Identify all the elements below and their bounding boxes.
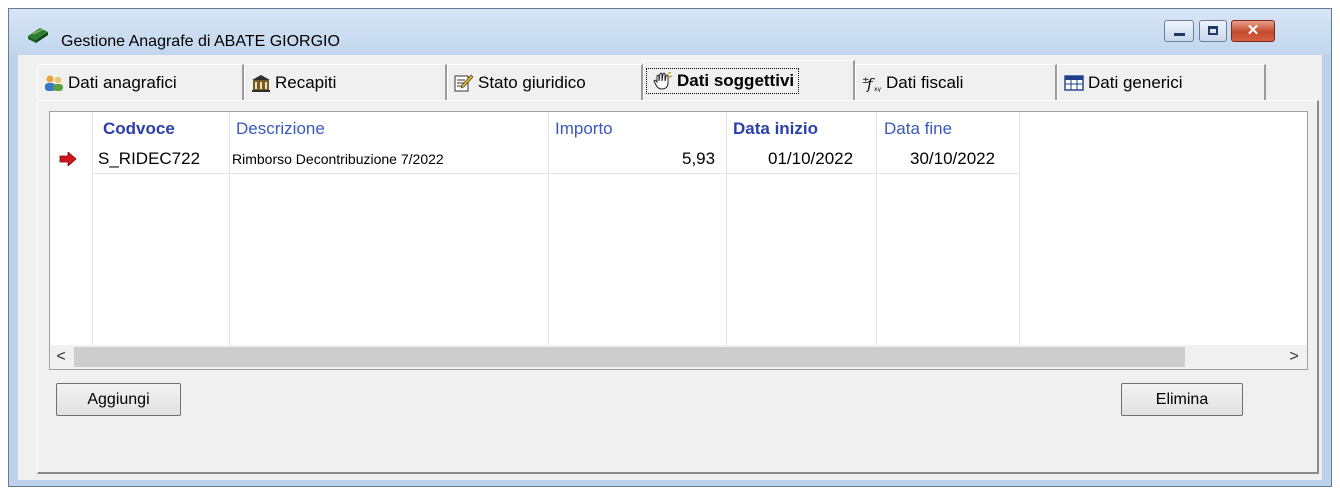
column-importo	[549, 112, 727, 345]
cell-data-inizio[interactable]: 01/10/2022	[768, 149, 853, 169]
minimize-icon	[1174, 33, 1185, 36]
tab-label: Dati soggettivi	[677, 70, 795, 90]
header-data-fine[interactable]: Data fine	[884, 119, 952, 139]
tab-label: Stato giuridico	[478, 72, 586, 92]
column-data-inizio	[727, 112, 877, 345]
cell-descrizione[interactable]: Rimborso Decontribuzione 7/2022	[232, 151, 444, 167]
tab-label: Recapiti	[275, 72, 337, 92]
column-codvoce	[93, 112, 230, 345]
tab-panel: Codvoce Descrizione Importo Data inizio …	[37, 100, 1319, 474]
edit-document-icon	[454, 74, 474, 91]
current-row-arrow-icon	[59, 152, 77, 166]
horizontal-scrollbar[interactable]: < >	[50, 345, 1307, 369]
tab-dati-anagrafici[interactable]: Dati anagrafici	[37, 64, 244, 100]
header-codvoce[interactable]: Codvoce	[103, 119, 175, 139]
tab-focus: Dati soggettivi	[646, 67, 800, 94]
window-title: Gestione Anagrafe di ABATE GIORGIO	[61, 33, 340, 50]
delete-button[interactable]: Elimina	[1121, 383, 1243, 416]
tab-recapiti[interactable]: Recapiti	[244, 64, 447, 100]
header-descrizione[interactable]: Descrizione	[236, 119, 325, 139]
header-importo[interactable]: Importo	[555, 119, 613, 139]
row-divider	[92, 173, 1018, 174]
scroll-thumb[interactable]	[74, 347, 1185, 367]
client-area: Dati anagrafici Recapiti Stato giuridico	[18, 55, 1322, 480]
column-descrizione	[230, 112, 549, 345]
building-icon	[252, 74, 270, 92]
function-icon: ± f xy	[862, 75, 882, 92]
tab-stato-giuridico[interactable]: Stato giuridico	[447, 64, 643, 100]
tab-dati-fiscali[interactable]: ± f xy Dati fiscali	[855, 64, 1057, 100]
add-button[interactable]: Aggiungi	[56, 383, 181, 416]
tab-label: Dati generici	[1088, 72, 1183, 92]
table-icon	[1064, 74, 1084, 91]
tab-dati-generici[interactable]: Dati generici	[1057, 64, 1266, 100]
close-icon: ✕	[1246, 22, 1260, 39]
tab-label: Dati fiscali	[886, 72, 964, 92]
svg-text:xy: xy	[874, 86, 882, 92]
close-button[interactable]: ✕	[1231, 20, 1275, 42]
indicator-column	[50, 112, 93, 345]
data-grid[interactable]: Codvoce Descrizione Importo Data inizio …	[49, 111, 1308, 370]
cell-data-fine[interactable]: 30/10/2022	[910, 149, 995, 169]
scroll-left-icon[interactable]: <	[50, 345, 72, 369]
tab-label: Dati anagrafici	[68, 72, 177, 92]
scroll-right-icon[interactable]: >	[1283, 345, 1305, 369]
cell-codvoce[interactable]: S_RIDEC722	[98, 149, 200, 169]
header-data-inizio[interactable]: Data inizio	[733, 119, 818, 139]
title-bar[interactable]: Gestione Anagrafe di ABATE GIORGIO ✕	[9, 9, 1331, 55]
app-icon	[28, 28, 48, 43]
minimize-button[interactable]	[1164, 20, 1194, 42]
column-data-fine	[877, 112, 1020, 345]
app-window: Gestione Anagrafe di ABATE GIORGIO ✕ Dat…	[8, 8, 1332, 487]
cell-importo[interactable]: 5,93	[682, 149, 715, 169]
people-icon	[45, 75, 63, 91]
maximize-button[interactable]	[1199, 20, 1227, 42]
tab-dati-soggettivi[interactable]: Dati soggettivi	[643, 60, 855, 100]
hand-icon	[653, 71, 673, 90]
maximize-icon	[1208, 26, 1218, 35]
